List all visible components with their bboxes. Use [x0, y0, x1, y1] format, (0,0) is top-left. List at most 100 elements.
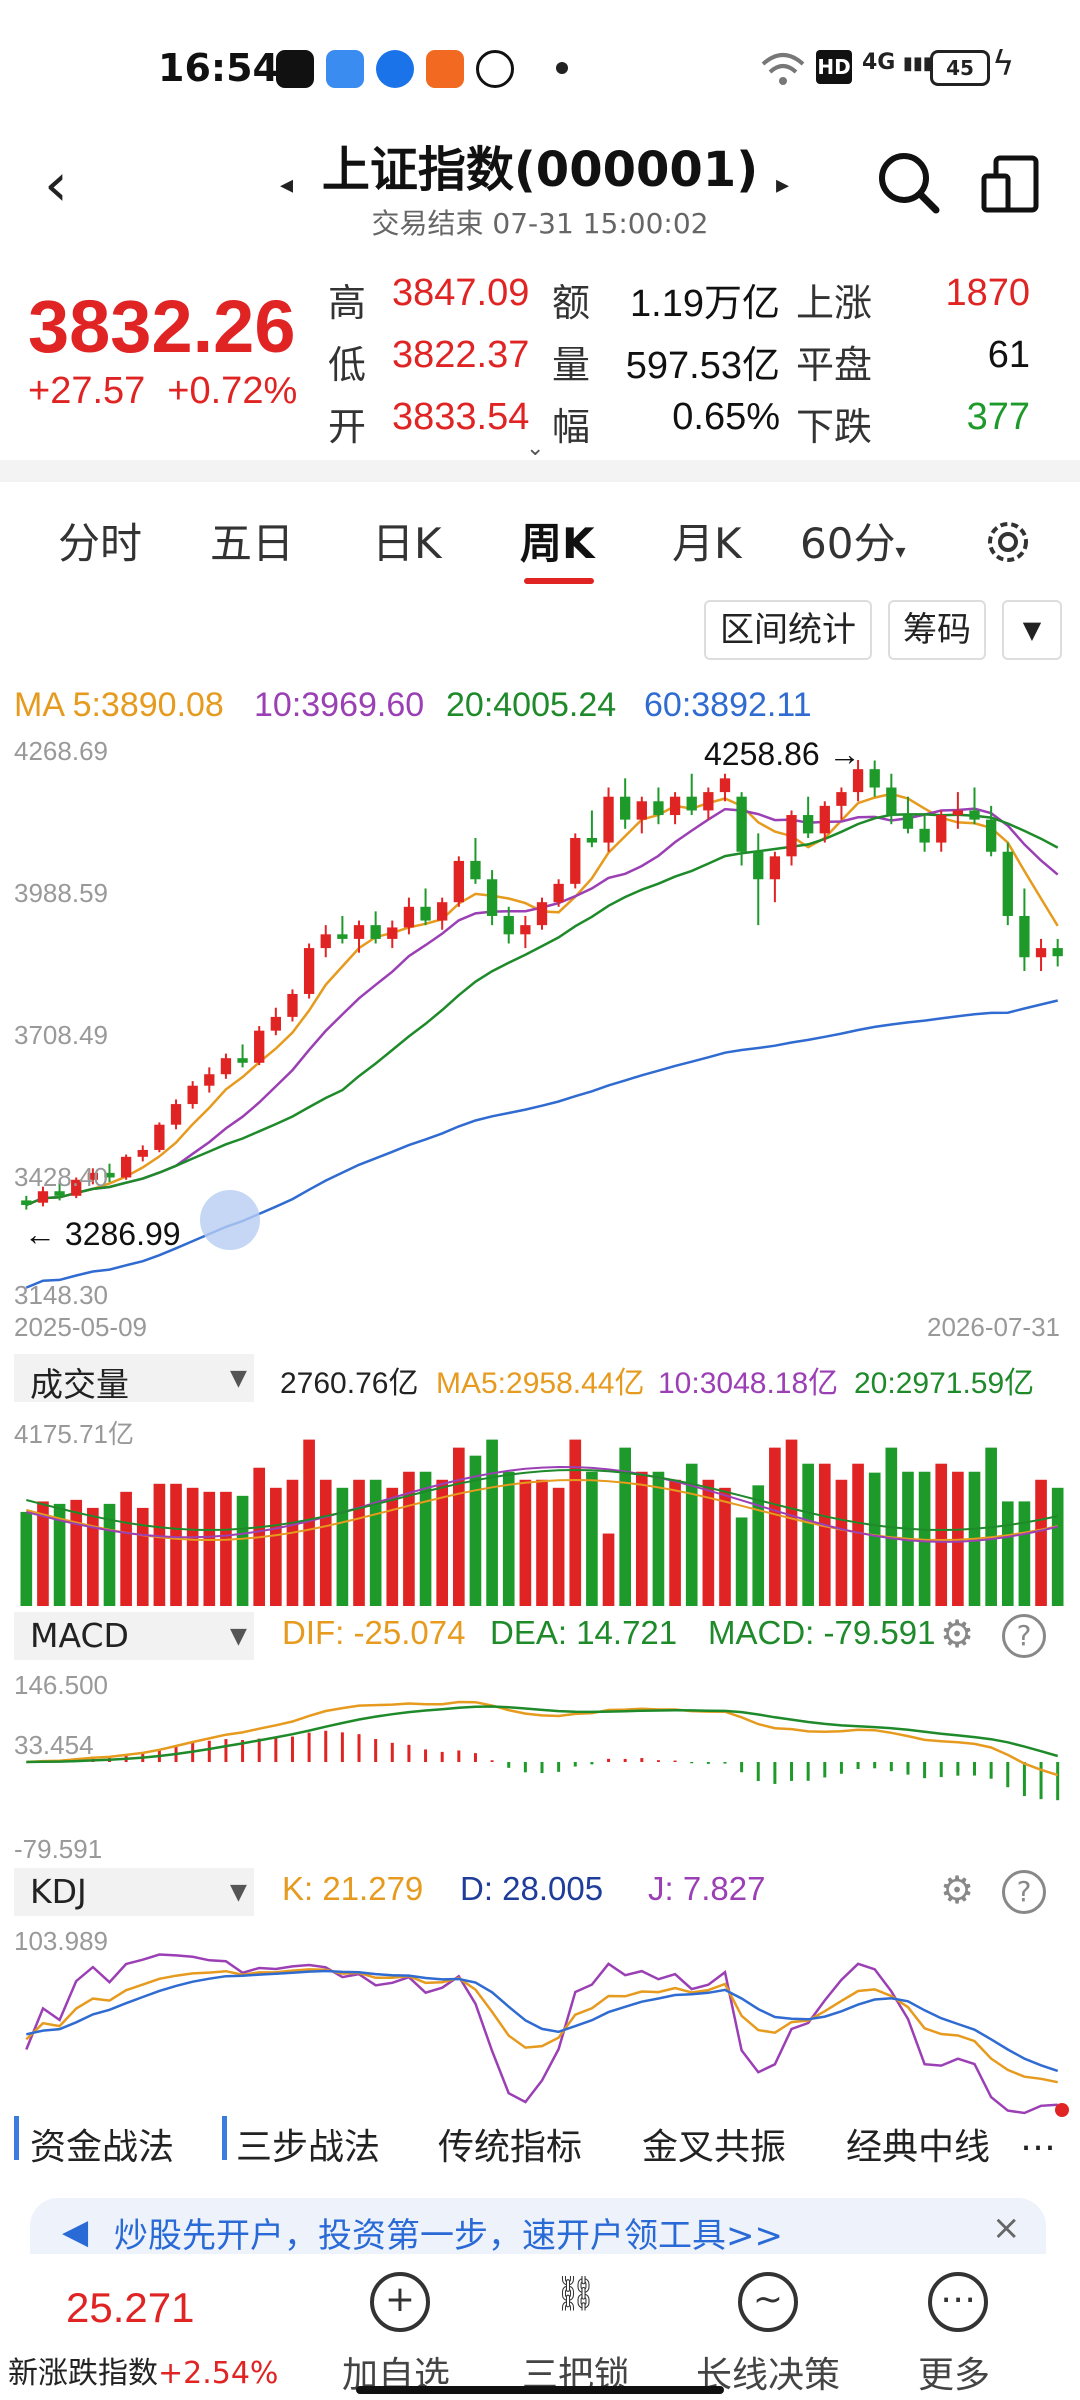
promo-banner[interactable]: ◀ 炒股先开户，投资第一步，速开户领工具>> × — [30, 2198, 1046, 2254]
more-icon[interactable]: ⋯ — [928, 2272, 988, 2332]
macd-dif: DIF: -25.074 — [282, 1614, 466, 1651]
candle-body — [936, 815, 947, 843]
index-value[interactable]: 25.271 — [66, 2284, 194, 2332]
volume-bar — [785, 1439, 798, 1606]
candle-body — [553, 883, 564, 903]
add-watchlist-icon[interactable]: + — [370, 2272, 430, 2332]
candle-body — [669, 796, 681, 816]
volume-selector[interactable]: 成交量 ▼ — [14, 1354, 254, 1404]
candle-body — [320, 934, 331, 949]
macd-settings-icon[interactable]: ⚙ — [940, 1612, 974, 1656]
up-count-label: 上涨 — [796, 281, 873, 325]
volume-bar — [170, 1483, 182, 1606]
volume-bar — [519, 1479, 532, 1606]
macd-selector[interactable]: MACD ▼ — [14, 1612, 254, 1660]
float-split-icon[interactable] — [200, 1190, 260, 1250]
strategy-tab[interactable]: 金叉共振 — [642, 2118, 786, 2170]
candle-body — [620, 796, 631, 820]
dropdown-icon: ▼ — [230, 1624, 247, 1649]
next-stock-icon[interactable]: ▸ — [776, 170, 789, 200]
kline-chart[interactable] — [0, 730, 1080, 1290]
settings-icon[interactable] — [982, 516, 1034, 568]
ma5-line — [25, 792, 1059, 1207]
volume-bar — [319, 1479, 332, 1606]
candle-body — [686, 796, 697, 811]
strategy-tab[interactable]: 经典中线 — [846, 2118, 990, 2170]
low-marker: ← 3286.99 — [24, 1216, 181, 1252]
period-tabs: 分时 五日 日K 周K 月K 60分▾ — [0, 482, 1080, 592]
low-label: 低 — [328, 343, 367, 387]
candle-body — [902, 815, 914, 829]
status-time: 16:54 — [158, 46, 279, 90]
candle-body — [420, 906, 431, 921]
more-label[interactable]: 更多 — [918, 2346, 990, 2398]
kdj-settings-icon[interactable]: ⚙ — [940, 1868, 974, 1912]
volume-chart[interactable] — [0, 1410, 1080, 1610]
volume-bar — [569, 1439, 582, 1606]
volume-bar — [1035, 1479, 1047, 1606]
kdj-selector[interactable]: KDJ ▼ — [14, 1868, 254, 1916]
strategy-tab[interactable]: 传统指标 — [438, 2118, 582, 2170]
kdj-j: J: 7.827 — [648, 1870, 766, 1907]
macd-label: MACD — [30, 1616, 129, 1655]
kdj-d: D: 28.005 — [460, 1870, 604, 1907]
close-icon[interactable]: × — [992, 2208, 1021, 2248]
search-icon[interactable] — [876, 150, 940, 216]
candle-body — [985, 819, 997, 852]
chips-button[interactable]: 筹码 — [888, 600, 986, 660]
index-name[interactable]: 新涨跌指数+2.54% — [8, 2348, 278, 2392]
volume-bar — [652, 1471, 665, 1606]
ma60-line — [25, 999, 1058, 1289]
volume-bar — [369, 1479, 382, 1606]
split-panel-icon[interactable] — [980, 154, 1040, 214]
macd-chart[interactable] — [0, 1662, 1080, 1862]
j-line — [25, 1953, 1058, 2115]
shop-app-icon — [426, 50, 464, 88]
charging-icon: ϟ — [992, 44, 1015, 84]
volume-bar — [502, 1471, 515, 1606]
more-tabs-icon[interactable]: … — [1020, 2118, 1056, 2159]
macd-help-icon[interactable]: ? — [1002, 1614, 1046, 1658]
volume-bar — [203, 1491, 216, 1606]
ma60-value: 60:3892.11 — [644, 686, 812, 724]
amplitude-value: 0.65% — [672, 396, 780, 438]
strategy-tab[interactable]: 三步战法 — [236, 2118, 380, 2170]
index-change: +2.54% — [158, 2356, 279, 2391]
kdj-help-icon[interactable]: ? — [1002, 1870, 1046, 1914]
candle-body — [403, 906, 415, 928]
expand-quote-icon[interactable]: ⌄ — [526, 436, 544, 461]
down-count-label: 下跌 — [796, 405, 873, 449]
kdj-chart[interactable] — [0, 1920, 1080, 2120]
tab-five-day[interactable]: 五日 — [210, 510, 294, 571]
candle-body — [270, 1016, 281, 1031]
tab-daily-k[interactable]: 日K — [372, 510, 442, 571]
candle-body — [254, 1030, 265, 1063]
volume-bar — [120, 1491, 132, 1606]
lock-icon[interactable]: ⛓ — [554, 2274, 597, 2314]
candle-body — [836, 792, 847, 806]
chart-menu-icon[interactable]: ▼ — [1002, 600, 1062, 660]
candle-body — [570, 837, 581, 884]
volume-bar — [220, 1491, 232, 1606]
volume-bar — [1018, 1501, 1031, 1606]
candle-body — [170, 1104, 182, 1125]
tab-intraday[interactable]: 分时 — [58, 510, 142, 571]
volume-bar — [852, 1463, 864, 1606]
trend-icon[interactable]: ~ — [738, 2272, 798, 2332]
price-change: +27.57 +0.72% — [28, 370, 297, 413]
tab-weekly-k[interactable]: 周K — [520, 510, 595, 571]
tab-60min[interactable]: 60分▾ — [800, 510, 906, 571]
index-name-label: 新涨跌指数 — [8, 2356, 158, 2391]
range-stat-button[interactable]: 区间统计 — [704, 600, 872, 660]
candle-body — [703, 792, 714, 811]
candle-body — [287, 993, 298, 1017]
ma20-line — [25, 813, 1059, 1207]
tab-monthly-k[interactable]: 月K — [672, 510, 742, 571]
kdj-label: KDJ — [30, 1872, 87, 1911]
x-start-date: 2025-05-09 — [14, 1312, 147, 1342]
volume-bar — [286, 1479, 299, 1606]
ma10-value: 10:3969.60 — [254, 686, 425, 724]
volume-bar — [586, 1471, 598, 1606]
volume-bar — [835, 1479, 848, 1606]
strategy-tab[interactable]: 资金战法 — [30, 2118, 174, 2170]
